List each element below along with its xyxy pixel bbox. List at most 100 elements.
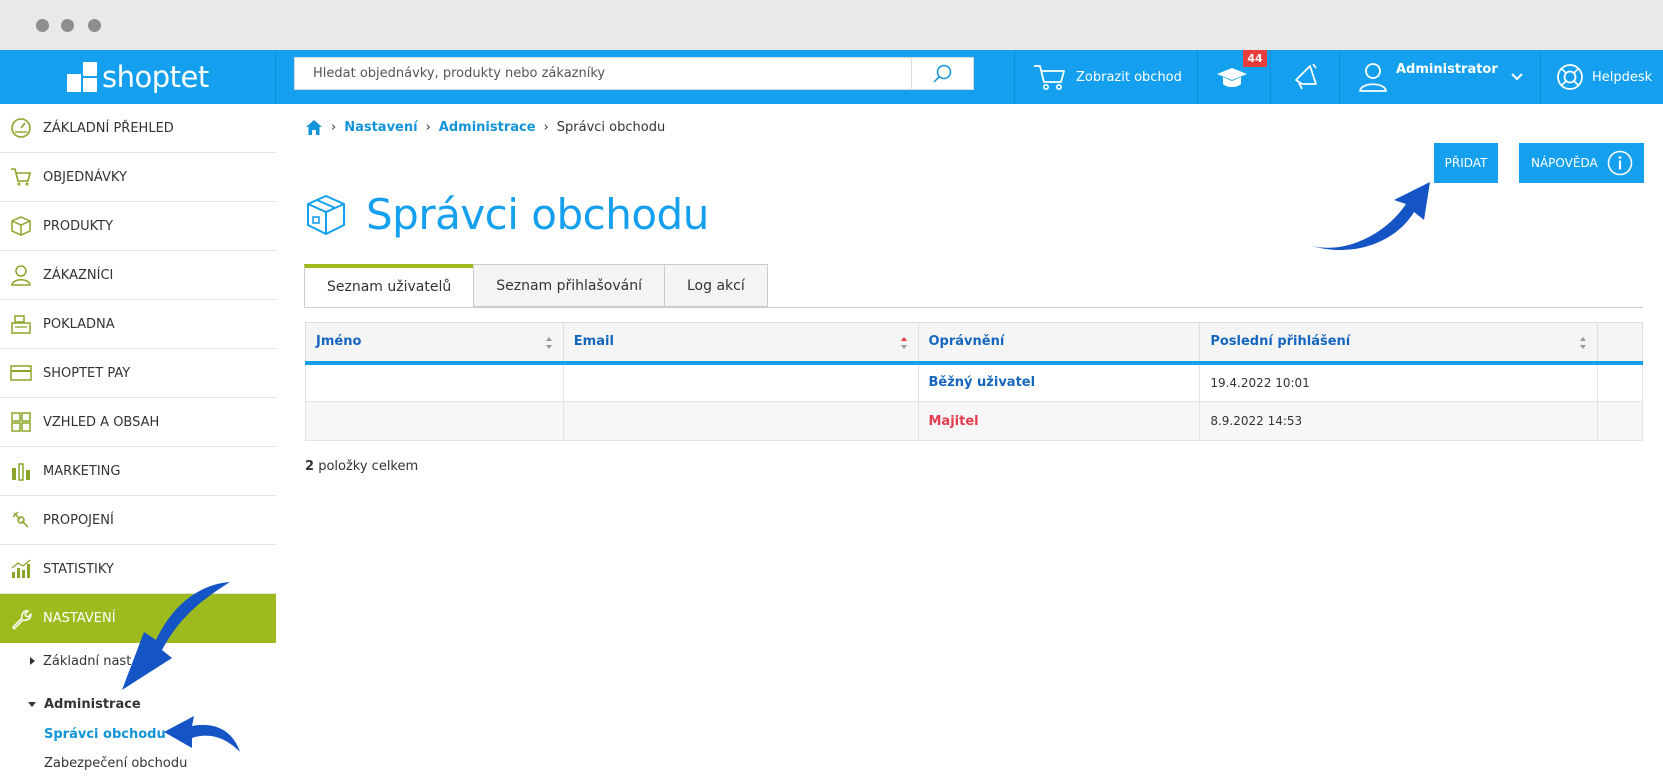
cell-name — [305, 401, 564, 441]
sidebar-item-orders[interactable]: OBJEDNÁVKY — [0, 153, 276, 202]
column-header-label: Jméno — [316, 334, 362, 350]
sidebar-item-marketing[interactable]: MARKETING — [0, 447, 276, 496]
logo-text: shoptet — [102, 60, 209, 94]
notifications-button[interactable] — [1290, 50, 1322, 104]
tabs: Seznam uživatelů Seznam přihlašování Log… — [304, 264, 768, 308]
sidebar-item-customers[interactable]: ZÁKAZNÍCI — [0, 251, 276, 300]
sidebar-item-appearance[interactable]: VZHLED A OBSAH — [0, 398, 276, 447]
sidebar-sub-store-admins[interactable]: Správci obchodu — [44, 724, 166, 744]
column-header-last-login[interactable]: Poslední přihlášení — [1199, 322, 1598, 365]
tabs-divider — [304, 307, 1643, 308]
tab-user-list[interactable]: Seznam uživatelů — [304, 264, 475, 307]
cart-icon — [1034, 65, 1065, 90]
role-link[interactable]: Majitel — [929, 414, 979, 429]
sidebar-item-dashboard[interactable]: ZÁKLADNÍ PŘEHLED — [0, 104, 276, 153]
sidebar-item-products[interactable]: PRODUKTY — [0, 202, 276, 251]
annotation-arrow-icon — [1312, 182, 1430, 251]
home-icon[interactable] — [305, 119, 323, 136]
breadcrumb: › Nastavení › Administrace › Správci obc… — [305, 116, 665, 138]
table-header-row: Jméno Email Oprávnění Poslední přihlášen… — [305, 322, 1643, 365]
sort-asc-icon — [900, 337, 907, 349]
show-store-link[interactable]: Zobrazit obchod — [1033, 50, 1182, 104]
sort-icon — [1580, 337, 1586, 349]
search-button[interactable] — [911, 58, 973, 89]
cell-permission: Běžný uživatel — [917, 362, 1201, 402]
caret-down-icon — [28, 701, 36, 707]
window-dot-minimize[interactable] — [61, 19, 74, 32]
user-icon — [1359, 63, 1387, 92]
cell-actions — [1597, 401, 1643, 441]
admins-table: Jméno Email Oprávnění Poslední přihlášen… — [305, 322, 1643, 441]
column-header-permission: Oprávnění — [917, 322, 1201, 365]
search-input[interactable] — [295, 58, 911, 89]
user-menu[interactable]: Administrator — [1358, 50, 1524, 104]
items-total: 2 položky celkem — [305, 459, 418, 474]
page-title: Správci obchodu — [366, 190, 709, 239]
cell-email — [562, 401, 919, 441]
breadcrumb-administration[interactable]: Administrace — [439, 120, 536, 135]
page-title-block: Správci obchodu — [304, 190, 709, 239]
column-header-email[interactable]: Email — [562, 322, 919, 365]
breadcrumb-settings[interactable]: Nastavení — [344, 120, 417, 135]
sidebar-sub-administration[interactable]: Administrace — [28, 694, 141, 714]
column-header-name[interactable]: Jméno — [305, 322, 564, 365]
column-header-label: Email — [573, 334, 614, 350]
tab-action-log[interactable]: Log akcí — [663, 264, 768, 307]
column-header-actions — [1597, 322, 1643, 365]
window-dot-close[interactable] — [36, 19, 49, 32]
items-count: 2 — [305, 459, 315, 474]
table-row[interactable]: Běžný uživatel 19.4.2022 10:01 — [305, 362, 1643, 402]
tab-login-list[interactable]: Seznam přihlašování — [473, 264, 665, 307]
sidebar-sub-label: Zabezpečení obchodu — [44, 755, 188, 771]
sidebar-item-label: ZÁKLADNÍ PŘEHLED — [43, 120, 174, 136]
sidebar-item-label: VZHLED A OBSAH — [43, 414, 160, 430]
annotation-arrow-icon — [164, 716, 240, 752]
helpdesk-label: Helpdesk — [1592, 69, 1653, 85]
person-icon — [9, 263, 33, 287]
sort-icon — [545, 337, 552, 349]
sidebar-sub-store-security[interactable]: Zabezpečení obchodu — [44, 753, 187, 773]
top-bar: shoptet Zobrazit obchod — [0, 50, 1663, 104]
sidebar-item-integrations[interactable]: PROPOJENÍ — [0, 496, 276, 545]
helpdesk-link[interactable]: Helpdesk — [1556, 50, 1652, 104]
sidebar-item-label: STATISTIKY — [43, 561, 114, 577]
sidebar-item-label: POKLADNA — [43, 316, 115, 332]
column-header-label: Oprávnění — [928, 334, 1005, 350]
cart-icon — [9, 165, 33, 189]
sidebar-item-pos[interactable]: POKLADNA — [0, 300, 276, 349]
megaphone-icon — [1295, 63, 1317, 90]
add-button[interactable]: PŘIDAT — [1434, 143, 1498, 183]
search-box — [294, 57, 974, 90]
role-link[interactable]: Běžný uživatel — [929, 375, 1036, 390]
card-icon — [9, 361, 33, 385]
caret-right-icon — [30, 657, 35, 665]
add-button-label: PŘIDAT — [1444, 156, 1488, 170]
search-icon — [932, 64, 951, 83]
wrench-icon — [9, 607, 33, 631]
breadcrumb-current: Správci obchodu — [556, 119, 666, 135]
cell-email — [562, 362, 919, 402]
box-icon — [307, 194, 345, 235]
box-icon — [9, 214, 33, 238]
cell-last-login: 8.9.2022 14:53 — [1199, 401, 1598, 441]
logo-mark-icon — [67, 62, 100, 92]
info-icon — [1607, 150, 1632, 176]
cash-register-icon — [9, 312, 33, 336]
chevron-down-icon — [1511, 73, 1523, 81]
shoptet-logo[interactable]: shoptet — [67, 50, 209, 104]
help-button[interactable]: NÁPOVĚDA — [1519, 143, 1644, 183]
cell-last-login: 19.4.2022 10:01 — [1199, 362, 1598, 402]
table-row[interactable]: Majitel 8.9.2022 14:53 — [305, 401, 1643, 441]
cell-actions — [1597, 362, 1643, 402]
sidebar-item-label: PRODUKTY — [43, 218, 114, 234]
sidebar-item-label: SHOPTET PAY — [43, 365, 131, 381]
window-dot-maximize[interactable] — [88, 19, 101, 32]
column-header-label: Poslední přihlášení — [1210, 334, 1351, 350]
plug-icon — [9, 508, 33, 532]
show-store-label: Zobrazit obchod — [1076, 69, 1182, 85]
sidebar-item-shoptet-pay[interactable]: SHOPTET PAY — [0, 349, 276, 398]
lifebuoy-icon — [1557, 64, 1583, 90]
window-chrome — [0, 0, 1663, 50]
sidebar-item-label: PROPOJENÍ — [43, 512, 114, 528]
sidebar-item-label: ZÁKAZNÍCI — [43, 267, 114, 283]
